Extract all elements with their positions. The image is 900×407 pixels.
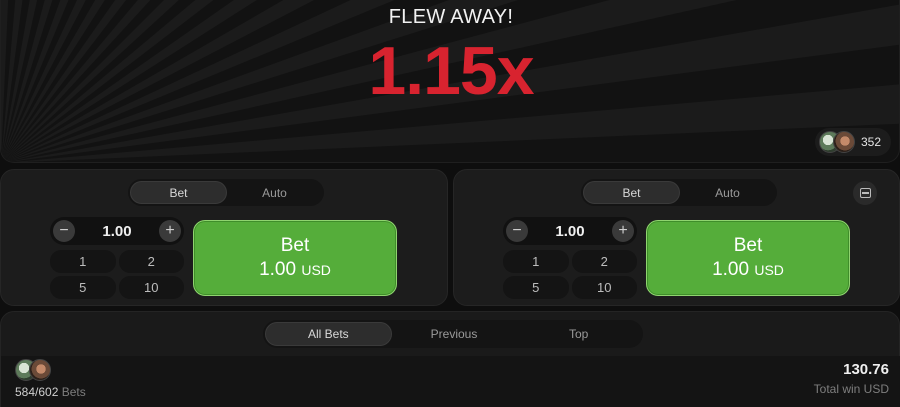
tab-auto[interactable]: Auto	[227, 181, 322, 204]
bet-count: 584/602 Bets	[15, 385, 86, 399]
stake-value[interactable]: 1.00	[555, 223, 584, 240]
bet-button[interactable]: Bet 1.00 USD	[646, 220, 850, 296]
bet-currency: USD	[301, 262, 331, 278]
bet-button-label: Bet	[280, 235, 310, 256]
game-area: FLEW AWAY! 1.15x 352	[0, 0, 900, 163]
bets-tabs: All Bets Previous Top	[263, 320, 643, 348]
quick-amounts: 5 10	[503, 276, 637, 299]
tab-all-bets[interactable]: All Bets	[265, 322, 392, 346]
bet-mode-tabs: Bet Auto	[581, 179, 777, 206]
bet-button-amount: 1.00 USD	[712, 259, 784, 281]
quick-amounts: 1 2	[50, 250, 184, 273]
bet-panel-1: Bet Auto − 1.00 + 1 2 5 10 Bet 1.00 USD	[0, 169, 448, 306]
stake-value[interactable]: 1.00	[102, 223, 131, 240]
tab-top[interactable]: Top	[516, 322, 641, 346]
bet-button-label: Bet	[733, 235, 763, 256]
tab-bet[interactable]: Bet	[130, 181, 227, 204]
flew-away-text: FLEW AWAY!	[388, 6, 514, 28]
bet-panel-2: Bet Auto − 1.00 + 1 2 5 10 Bet 1.00 USD	[453, 169, 900, 306]
plus-icon[interactable]: +	[158, 220, 181, 242]
quick-amount-button[interactable]: 1	[50, 250, 116, 273]
total-win-label: Total win USD	[813, 382, 889, 396]
tab-auto[interactable]: Auto	[680, 181, 775, 204]
quick-amount-button[interactable]: 10	[118, 276, 184, 299]
remove-panel-icon[interactable]	[853, 181, 877, 205]
stake-stepper: − 1.00 +	[503, 217, 637, 245]
bet-button-amount: 1.00 USD	[259, 259, 331, 281]
bet-amount-value: 1.00	[712, 259, 750, 280]
quick-amounts: 1 2	[503, 250, 637, 273]
quick-amount-button[interactable]: 2	[571, 250, 637, 273]
stake-stepper: − 1.00 +	[50, 217, 184, 245]
total-win: 130.76 Total win USD	[814, 361, 889, 396]
bets-summary: 584/602 Bets 130.76 Total win USD	[1, 356, 900, 407]
avatar	[832, 131, 855, 153]
tab-bet[interactable]: Bet	[583, 181, 680, 204]
bets-list-panel: All Bets Previous Top 584/602 Bets 130.7…	[0, 311, 900, 407]
total-win-value: 130.76	[843, 361, 889, 378]
player-avatars	[818, 131, 855, 153]
bet-mode-tabs: Bet Auto	[128, 179, 324, 206]
bet-count-suffix: Bets	[61, 385, 86, 399]
tab-previous[interactable]: Previous	[392, 322, 517, 346]
quick-amount-button[interactable]: 2	[118, 250, 184, 273]
plus-icon[interactable]: +	[611, 220, 634, 242]
bet-amount-value: 1.00	[259, 259, 297, 280]
quick-amounts: 5 10	[50, 276, 184, 299]
bet-button[interactable]: Bet 1.00 USD	[193, 220, 397, 296]
minus-icon[interactable]: −	[53, 220, 75, 242]
bet-count-value: 584/602	[15, 385, 59, 399]
bettor-avatars	[15, 359, 51, 381]
avatar	[29, 359, 51, 381]
quick-amount-button[interactable]: 1	[503, 250, 569, 273]
quick-amount-button[interactable]: 10	[571, 276, 637, 299]
crash-multiplier: 1.15x	[368, 33, 534, 109]
quick-amount-button[interactable]: 5	[50, 276, 116, 299]
quick-amount-button[interactable]: 5	[503, 276, 569, 299]
online-players-badge[interactable]: 352	[814, 128, 891, 156]
bet-currency: USD	[754, 262, 784, 278]
minus-icon[interactable]: −	[506, 220, 528, 242]
player-count: 352	[860, 135, 881, 149]
